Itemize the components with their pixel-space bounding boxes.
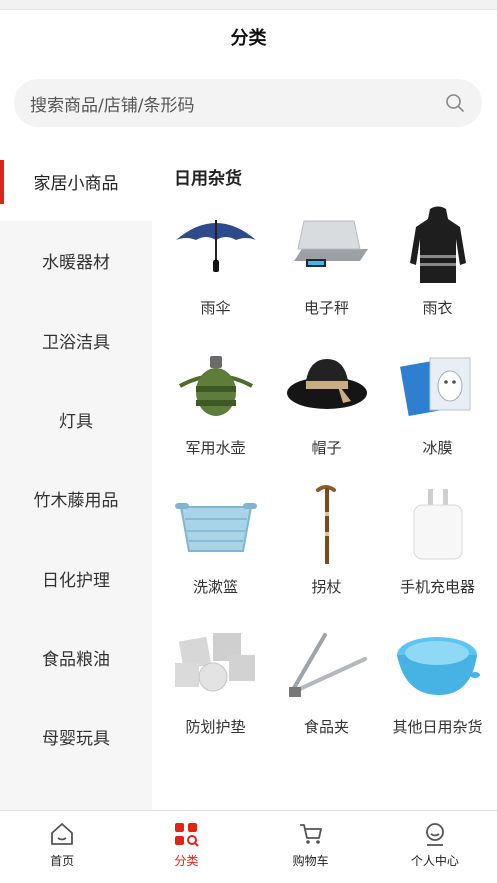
- product-grid: 雨伞 电子秤 雨衣 军用水壶 帽子 冰膜 洗漱篮 拐杖 手机充电器 防划护垫 食…: [160, 206, 493, 764]
- sidebar-item-plumbing[interactable]: 水暖器材: [0, 221, 152, 300]
- search-bar[interactable]: 搜索商品/店铺/条形码: [14, 79, 482, 127]
- tab-label: 个人中心: [410, 853, 459, 868]
- tab-cart[interactable]: 购物车: [249, 811, 373, 873]
- category-content: 日用杂货 雨伞 电子秤 雨衣 军用水壶 帽子 冰膜 洗漱篮 拐杖 手机充电器 防…: [152, 142, 497, 810]
- face-mask-icon: [394, 346, 482, 424]
- product-item[interactable]: 手机充电器: [382, 485, 493, 625]
- product-name: 食品夹: [303, 717, 349, 736]
- home-icon: [48, 820, 76, 848]
- bottom-tab-bar: 首页 分类 购物车 个人中心: [0, 810, 497, 873]
- sidebar-item-label: 竹木藤用品: [33, 491, 119, 512]
- product-name: 防划护垫: [185, 717, 246, 736]
- scale-icon: [283, 206, 371, 284]
- product-item[interactable]: 雨伞: [160, 206, 271, 346]
- sidebar-item-label: 灯具: [59, 412, 93, 433]
- page-header: 分类: [0, 10, 497, 64]
- product-item[interactable]: 军用水壶: [160, 346, 271, 486]
- umbrella-icon: [172, 206, 260, 284]
- product-item[interactable]: 食品夹: [271, 625, 382, 765]
- product-name: 手机充电器: [399, 578, 475, 596]
- product-name: 拐杖: [311, 578, 342, 596]
- product-name: 军用水壶: [185, 438, 246, 457]
- tab-label: 分类: [174, 853, 199, 868]
- sidebar-item-bamboo[interactable]: 竹木藤用品: [0, 459, 152, 538]
- sidebar-item-daily-care[interactable]: 日化护理: [0, 538, 152, 617]
- product-item[interactable]: 其他日用杂货: [382, 625, 493, 765]
- search-input[interactable]: 搜索商品/店铺/条形码: [30, 91, 444, 116]
- product-item[interactable]: 帽子: [271, 346, 382, 486]
- tongs-icon: [283, 625, 371, 703]
- canteen-icon: [172, 346, 260, 424]
- cart-icon: [297, 820, 325, 848]
- felt-pads-icon: [172, 625, 260, 703]
- hat-icon: [283, 346, 371, 424]
- status-bar-strip: [0, 0, 497, 10]
- home-indicator-area: [0, 873, 497, 883]
- tab-profile[interactable]: 个人中心: [373, 811, 497, 873]
- page-title: 分类: [230, 28, 267, 49]
- sidebar-item-bathroom[interactable]: 卫浴洁具: [0, 301, 152, 380]
- tab-home[interactable]: 首页: [0, 811, 124, 873]
- tab-label: 购物车: [292, 853, 329, 868]
- product-item[interactable]: 拐杖: [271, 485, 382, 625]
- product-item[interactable]: 雨衣: [382, 206, 493, 346]
- sidebar-item-label: 水暖器材: [42, 253, 110, 274]
- sidebar-item-food[interactable]: 食品粮油: [0, 618, 152, 697]
- tab-category[interactable]: 分类: [124, 811, 248, 873]
- category-icon: [172, 820, 200, 848]
- product-name: 冰膜: [422, 438, 453, 457]
- category-sidebar: 家居小商品 水暖器材 卫浴洁具 灯具 竹木藤用品 日化护理 食品粮油 母婴玩具: [0, 142, 152, 810]
- product-name: 雨衣: [422, 299, 453, 317]
- product-name: 帽子: [311, 438, 342, 457]
- product-item[interactable]: 洗漱篮: [160, 485, 271, 625]
- sidebar-item-label: 家居小商品: [33, 174, 119, 195]
- bowl-icon: [394, 625, 482, 703]
- tab-label: 首页: [50, 853, 75, 868]
- cane-icon: [283, 485, 371, 564]
- raincoat-icon: [394, 206, 482, 284]
- sidebar-item-label: 食品粮油: [42, 649, 110, 670]
- sidebar-item-baby-toys[interactable]: 母婴玩具: [0, 697, 152, 776]
- sidebar-item-label: 母婴玩具: [42, 729, 110, 750]
- sidebar-item-label: 卫浴洁具: [42, 332, 110, 353]
- sidebar-item-lighting[interactable]: 灯具: [0, 380, 152, 459]
- product-name: 电子秤: [303, 299, 349, 317]
- sidebar-item-label: 日化护理: [42, 570, 110, 591]
- product-name: 洗漱篮: [192, 578, 238, 596]
- product-item[interactable]: 防划护垫: [160, 625, 271, 765]
- product-item[interactable]: 冰膜: [382, 346, 493, 486]
- charger-icon: [394, 485, 482, 563]
- search-icon[interactable]: [444, 92, 466, 114]
- product-name: 其他日用杂货: [392, 717, 483, 736]
- section-title: 日用杂货: [174, 169, 242, 189]
- profile-icon: [421, 820, 449, 848]
- product-name: 雨伞: [200, 299, 231, 317]
- sidebar-item-household[interactable]: 家居小商品: [0, 142, 152, 222]
- product-item[interactable]: 电子秤: [271, 206, 382, 346]
- basket-icon: [172, 485, 260, 563]
